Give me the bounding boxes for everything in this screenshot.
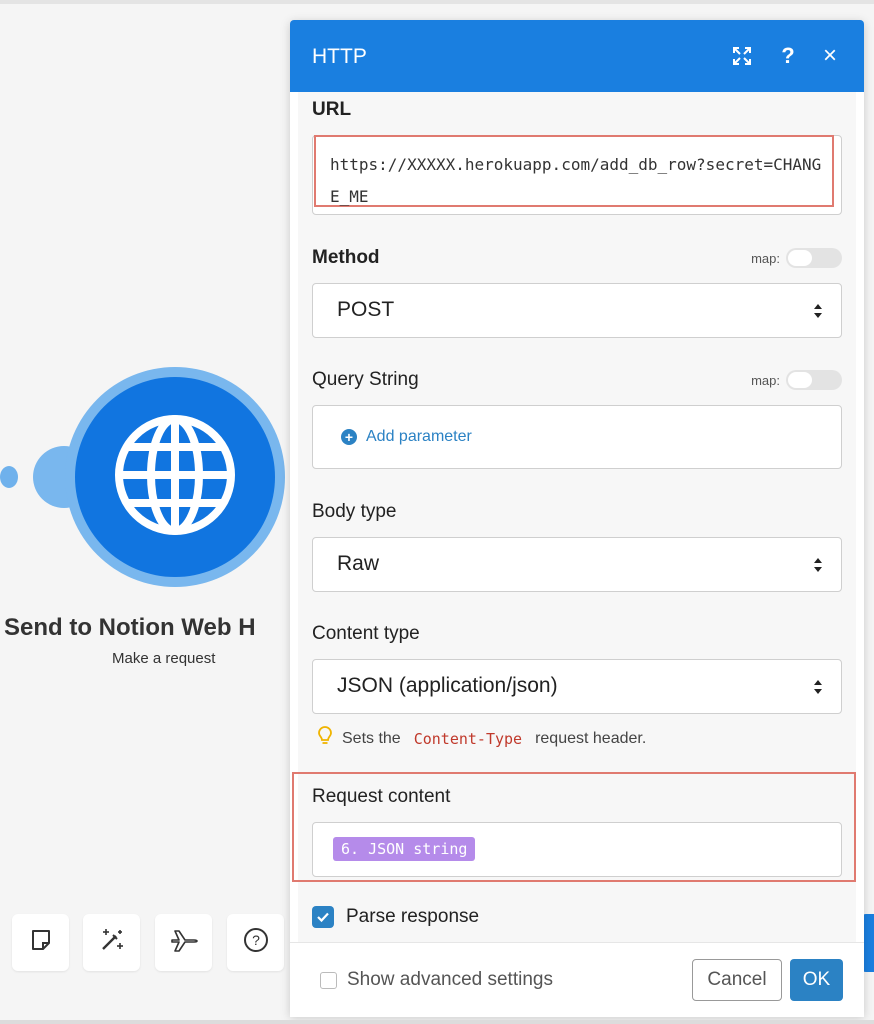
add-parameter-button[interactable]: + Add parameter (341, 428, 472, 446)
expand-icon[interactable] (728, 42, 756, 70)
url-value[interactable]: https://XXXXX.herokuapp.com/add_db_row?s… (330, 149, 826, 213)
plus-circle-icon: + (341, 429, 357, 445)
select-arrows-icon (814, 304, 822, 318)
toolbar-flight-button[interactable] (155, 914, 212, 971)
show-advanced-label: Show advanced settings (347, 969, 553, 990)
dialog-footer: Show advanced settings Cancel OK (290, 942, 864, 1017)
url-highlight: https://XXXXX.herokuapp.com/add_db_row?s… (314, 135, 834, 207)
lightbulb-icon (318, 726, 332, 751)
magic-wand-icon (98, 926, 126, 959)
checkbox-square (320, 971, 337, 989)
hint-code: Content-Type (413, 729, 523, 748)
ok-button[interactable]: OK (790, 959, 843, 1001)
select-arrows-icon (814, 558, 822, 572)
dialog-header: HTTP ? × (290, 20, 864, 92)
top-divider (0, 0, 874, 4)
bottom-divider (0, 1020, 874, 1024)
method-select[interactable]: POST (312, 283, 842, 338)
help-circle-icon: ? (243, 927, 269, 958)
query-string-panel: + Add parameter (312, 405, 842, 469)
method-map-toggle[interactable]: map: (751, 248, 842, 268)
content-type-value: JSON (application/json) (337, 674, 558, 697)
connection-handle[interactable] (0, 466, 18, 488)
toolbar-magic-button[interactable] (83, 914, 140, 971)
content-type-select[interactable]: JSON (application/json) (312, 659, 842, 714)
hint-suffix: request header. (535, 729, 647, 747)
parse-response-checkbox[interactable]: Parse response (312, 906, 479, 928)
note-icon (29, 928, 53, 957)
url-label: URL (312, 99, 352, 120)
content-type-hint: Sets the Content-Type request header. (318, 726, 646, 751)
cancel-button[interactable]: Cancel (692, 959, 782, 1001)
query-string-label: Query String (312, 369, 419, 390)
content-type-label: Content type (312, 623, 420, 644)
request-content-field[interactable]: 6. JSON string (312, 822, 842, 877)
add-parameter-label: Add parameter (366, 428, 472, 445)
toolbar-help-button[interactable]: ? (227, 914, 284, 971)
body-type-label: Body type (312, 501, 397, 522)
globe-icon (111, 411, 239, 544)
json-string-pill[interactable]: 6. JSON string (333, 837, 476, 861)
parse-response-label: Parse response (346, 906, 480, 927)
request-content-label: Request content (312, 786, 451, 807)
body-type-select[interactable]: Raw (312, 537, 842, 592)
query-map-toggle[interactable]: map: (751, 370, 842, 390)
close-icon[interactable]: × (816, 42, 844, 70)
select-arrows-icon (814, 680, 822, 694)
module-subtitle: Make a request (112, 650, 216, 667)
svg-text:?: ? (252, 932, 260, 948)
help-icon[interactable]: ? (774, 42, 802, 70)
module-title[interactable]: Send to Notion Web H (4, 614, 256, 642)
method-label: Method (312, 247, 380, 268)
http-module[interactable] (75, 377, 275, 577)
map-label: map: (751, 372, 780, 388)
body-type-value: Raw (337, 552, 380, 575)
toolbar-note-button[interactable] (12, 914, 69, 971)
map-label: map: (751, 250, 780, 266)
show-advanced-checkbox[interactable]: Show advanced settings (320, 969, 553, 991)
map-switch[interactable] (786, 248, 842, 268)
map-switch[interactable] (786, 370, 842, 390)
method-value: POST (337, 298, 395, 321)
dialog-title: HTTP (312, 45, 367, 68)
http-settings-dialog: HTTP ? × URL https://XXXXX.herokuapp.com… (290, 20, 864, 1017)
hint-prefix: Sets the (342, 729, 401, 747)
airplane-icon (169, 926, 199, 959)
checkmark-icon (312, 906, 334, 928)
